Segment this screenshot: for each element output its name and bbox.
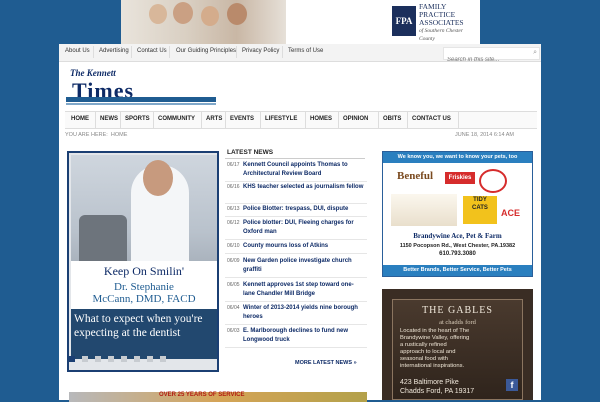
nav-contact[interactable]: CONTACT US xyxy=(412,116,451,122)
slider-dot-3[interactable] xyxy=(95,356,101,362)
fpa-logo: FPA xyxy=(392,6,416,36)
gables-ad[interactable]: THE GABLES at chadds ford Located in the… xyxy=(382,289,533,400)
bottom-banner-ad[interactable]: OVER 25 YEARS OF SERVICE xyxy=(69,392,367,402)
news-item[interactable]: 06/16 KHS teacher selected as journalism… xyxy=(225,183,367,204)
nav-home[interactable]: HOME xyxy=(71,116,89,122)
news-date: 06/09 xyxy=(227,258,240,264)
gables-location: at chadds ford xyxy=(439,319,476,326)
pet-store-name: Brandywine Ace, Pet & Farm xyxy=(413,232,502,240)
news-link[interactable]: Kennett Council appoints Thomas to Archi… xyxy=(243,161,365,179)
news-item[interactable]: 06/03 E. Marlborough declines to fund ne… xyxy=(225,327,367,348)
slider-dot-2[interactable] xyxy=(82,356,88,362)
slider-banner: Keep On Smilin' Dr. Stephanie McCann, DM… xyxy=(71,261,217,309)
news-link[interactable]: Police blotter: DUI, Fleeing charges for… xyxy=(243,219,365,237)
news-link[interactable]: KHS teacher selected as journalism fello… xyxy=(243,183,365,192)
news-link[interactable]: New Garden police investigate church gra… xyxy=(243,257,365,275)
news-item[interactable]: 06/12 Police blotter: DUI, Fleeing charg… xyxy=(225,219,367,240)
search-box: ⌕ xyxy=(443,47,540,65)
utility-nav: About Us Advertising Contact Us Our Guid… xyxy=(59,44,541,65)
news-date: 06/10 xyxy=(227,243,240,249)
fpa-name: FAMILY PRACTICE ASSOCIATES of Southern C… xyxy=(419,2,464,43)
news-item[interactable]: 06/13 Police Blotter: trespass, DUI, dis… xyxy=(225,205,367,217)
facebook-icon[interactable]: f xyxy=(506,379,518,391)
latest-news-divider xyxy=(225,158,365,159)
main-nav: HOME NEWS SPORTS COMMUNITY ARTS EVENTS L… xyxy=(65,111,537,129)
gables-address-line1: 423 Baltimore Pike xyxy=(400,379,459,386)
news-date: 06/05 xyxy=(227,282,240,288)
nav-privacy-policy[interactable]: Privacy Policy xyxy=(242,48,279,54)
nav-events[interactable]: EVENTS xyxy=(230,116,254,122)
gables-address-line2: Chadds Ford, PA 19317 xyxy=(400,388,475,395)
nav-advertising[interactable]: Advertising xyxy=(99,48,129,54)
news-date: 06/13 xyxy=(227,206,240,212)
more-latest-news-link[interactable]: MORE LATEST NEWS » xyxy=(295,360,357,366)
pet-ad-slogan: Better Brands, Better Service, Better Pe… xyxy=(383,265,532,276)
family-photo xyxy=(121,0,286,44)
news-link[interactable]: E. Marlborough declines to fund new Long… xyxy=(243,327,365,345)
news-date: 06/04 xyxy=(227,305,240,311)
banner-subtitle: Dr. Stephanie McCann, DMD, FACD xyxy=(92,281,196,305)
news-item[interactable]: 06/17 Kennett Council appoints Thomas to… xyxy=(225,161,367,182)
breadcrumb-home[interactable]: HOME xyxy=(111,132,128,138)
pet-store-phone: 610.793.3080 xyxy=(439,251,476,257)
slider-dot-7[interactable] xyxy=(147,356,153,362)
nav-guiding-principles[interactable]: Our Guiding Principles xyxy=(176,48,236,54)
nav-community[interactable]: COMMUNITY xyxy=(158,116,195,122)
search-input[interactable] xyxy=(444,55,529,65)
slider-dot-6[interactable] xyxy=(134,356,140,362)
news-item[interactable]: 06/05 Kennett approves 1st step toward o… xyxy=(225,281,367,302)
current-datetime: JUNE 18, 2014 6:14 AM xyxy=(455,132,515,138)
top-banner-ad[interactable]: FPA FAMILY PRACTICE ASSOCIATES of Southe… xyxy=(121,0,480,44)
nav-lifestyle[interactable]: LIFESTYLE xyxy=(265,116,297,122)
slider-dot-5[interactable] xyxy=(121,356,127,362)
gables-name: THE GABLES xyxy=(422,305,493,316)
featured-slider[interactable]: Keep On Smilin' Dr. Stephanie McCann, DM… xyxy=(67,151,219,372)
gables-description: Located in the heart of The Brandywine V… xyxy=(400,328,470,369)
news-date: 06/17 xyxy=(227,162,240,168)
purina-logo xyxy=(479,169,507,193)
tidy-cats-logo: TIDY CATS xyxy=(463,196,497,224)
nav-sports[interactable]: SPORTS xyxy=(125,116,150,122)
slider-dot-1[interactable] xyxy=(69,356,75,362)
pets-image xyxy=(391,194,457,226)
nav-news[interactable]: NEWS xyxy=(100,116,118,122)
site-logo-line1[interactable]: The Kennett xyxy=(70,68,116,78)
slider-dot-8[interactable] xyxy=(160,356,166,362)
nav-terms-of-use[interactable]: Terms of Use xyxy=(288,48,323,54)
news-date: 06/03 xyxy=(227,328,240,334)
search-icon[interactable]: ⌕ xyxy=(533,49,537,57)
nav-obits[interactable]: OBITS xyxy=(383,116,401,122)
pet-store-ad[interactable]: We know you, we want to know your pets, … xyxy=(382,151,533,277)
dentist-head xyxy=(143,160,173,196)
pet-ad-tagline: We know you, we want to know your pets, … xyxy=(383,152,532,163)
news-link[interactable]: County mourns loss of Atkins xyxy=(243,242,365,251)
slider-caption[interactable]: What to expect when you're expecting at … xyxy=(71,309,217,359)
logo-underline-thin xyxy=(66,103,216,105)
nav-opinion[interactable]: OPINION xyxy=(343,116,368,122)
news-date: 06/16 xyxy=(227,184,240,190)
breadcrumb: YOU ARE HERE: HOME xyxy=(65,132,128,138)
friskies-logo: Friskies xyxy=(445,172,475,184)
page-container: About Us Advertising Contact Us Our Guid… xyxy=(59,44,541,402)
news-link[interactable]: Police Blotter: trespass, DUI, dispute xyxy=(243,205,365,214)
pet-store-address: 1150 Pocopson Rd., West Chester, PA.1938… xyxy=(399,243,516,249)
slider-caption-text[interactable]: What to expect when you're expecting at … xyxy=(74,312,214,340)
news-item[interactable]: 06/04 Winter of 2013-2014 yields nine bo… xyxy=(225,304,367,325)
nav-arts[interactable]: ARTS xyxy=(206,116,222,122)
nav-contact-us[interactable]: Contact Us xyxy=(137,48,167,54)
latest-news-heading: LATEST NEWS xyxy=(227,149,274,156)
nav-about-us[interactable]: About Us xyxy=(65,48,90,54)
ace-logo: ACE xyxy=(501,208,521,218)
beneful-logo: Beneful xyxy=(397,170,434,182)
nav-homes[interactable]: HOMES xyxy=(310,116,332,122)
banner-title: Keep On Smilin' xyxy=(103,264,185,278)
news-item[interactable]: 06/09 New Garden police investigate chur… xyxy=(225,257,367,278)
news-link[interactable]: Kennett approves 1st step toward one-lan… xyxy=(243,281,365,299)
bottom-ad-text: OVER 25 YEARS OF SERVICE xyxy=(159,392,245,398)
news-item[interactable]: 06/10 County mourns loss of Atkins xyxy=(225,242,367,254)
slider-dot-4[interactable] xyxy=(108,356,114,362)
logo-underline xyxy=(66,97,216,102)
news-link[interactable]: Winter of 2013-2014 yields nine borough … xyxy=(243,304,365,322)
news-date: 06/12 xyxy=(227,220,240,226)
